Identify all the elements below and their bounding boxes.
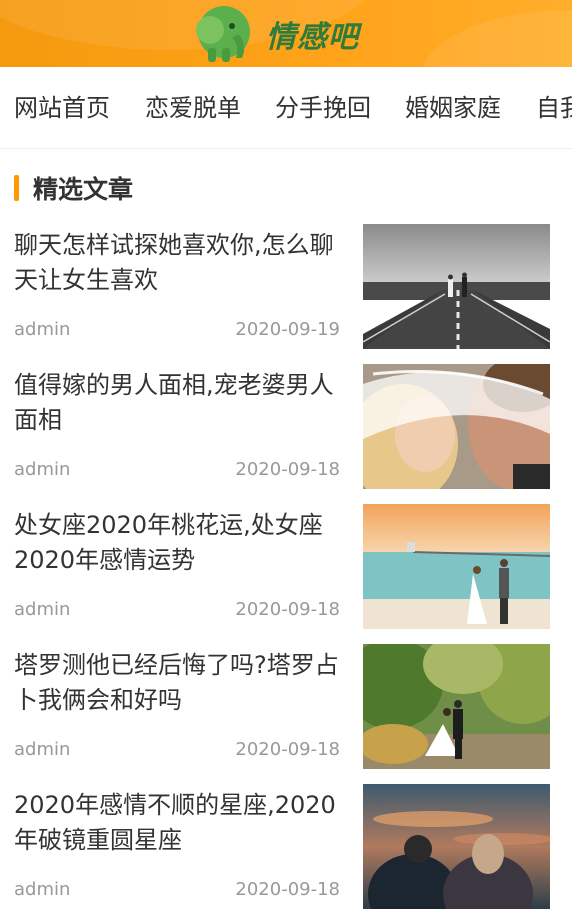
nav-item-dating[interactable]: 恋爱脱单 (145, 93, 241, 123)
article-author: admin (14, 739, 71, 760)
section-heading: 精选文章 (14, 170, 133, 206)
article-date: 2020-09-18 (235, 599, 340, 620)
article-date: 2020-09-18 (235, 879, 340, 900)
bride-veil-kiss-photo[interactable] (363, 364, 550, 489)
article-author: admin (14, 459, 71, 480)
nav-item-home[interactable]: 网站首页 (14, 93, 110, 123)
sunset-couple-photo[interactable] (363, 784, 550, 909)
couple-on-road-photo[interactable] (363, 224, 550, 349)
nav-item-breakup[interactable]: 分手挽回 (275, 93, 371, 123)
site-header: 情感吧 (0, 0, 572, 67)
article-author: admin (14, 319, 71, 340)
article-item[interactable]: 聊天怎样试探她喜欢你,怎么聊天让女生喜欢 admin 2020-09-19 (0, 224, 572, 350)
nav-item-self[interactable]: 自我 (536, 93, 572, 123)
nav-item-marriage[interactable]: 婚姻家庭 (405, 93, 501, 123)
article-author: admin (14, 599, 71, 620)
category-nav: 网站首页 恋爱脱单 分手挽回 婚姻家庭 自我 (0, 67, 572, 149)
article-item[interactable]: 处女座2020年桃花运,处女座2020年感情运势 admin 2020-09-1… (0, 504, 572, 630)
header-decoration (420, 10, 572, 67)
article-date: 2020-09-18 (235, 459, 340, 480)
logo-text: 情感吧 (266, 20, 359, 55)
article-title[interactable]: 处女座2020年桃花运,处女座2020年感情运势 (14, 508, 344, 578)
article-date: 2020-09-19 (235, 319, 340, 340)
article-author: admin (14, 879, 71, 900)
forest-wedding-photo[interactable] (363, 644, 550, 769)
article-item[interactable]: 值得嫁的男人面相,宠老婆男人面相 admin 2020-09-18 (0, 364, 572, 490)
beach-wedding-photo[interactable] (363, 504, 550, 629)
section-accent-bar (14, 175, 19, 201)
article-title[interactable]: 2020年感情不顺的星座,2020年破镜重圆星座 (14, 788, 344, 858)
article-item[interactable]: 2020年感情不顺的星座,2020年破镜重圆星座 admin 2020-09-1… (0, 784, 572, 910)
article-title[interactable]: 聊天怎样试探她喜欢你,怎么聊天让女生喜欢 (14, 228, 344, 298)
article-date: 2020-09-18 (235, 739, 340, 760)
site-logo[interactable]: 情感吧 (188, 4, 359, 64)
article-title[interactable]: 值得嫁的男人面相,宠老婆男人面相 (14, 368, 344, 438)
article-item[interactable]: 塔罗测他已经后悔了吗?塔罗占卜我俩会和好吗 admin 2020-09-18 (0, 644, 572, 770)
article-title[interactable]: 塔罗测他已经后悔了吗?塔罗占卜我俩会和好吗 (14, 648, 344, 718)
section-title: 精选文章 (33, 175, 134, 204)
elephant-logo-icon (196, 6, 250, 62)
